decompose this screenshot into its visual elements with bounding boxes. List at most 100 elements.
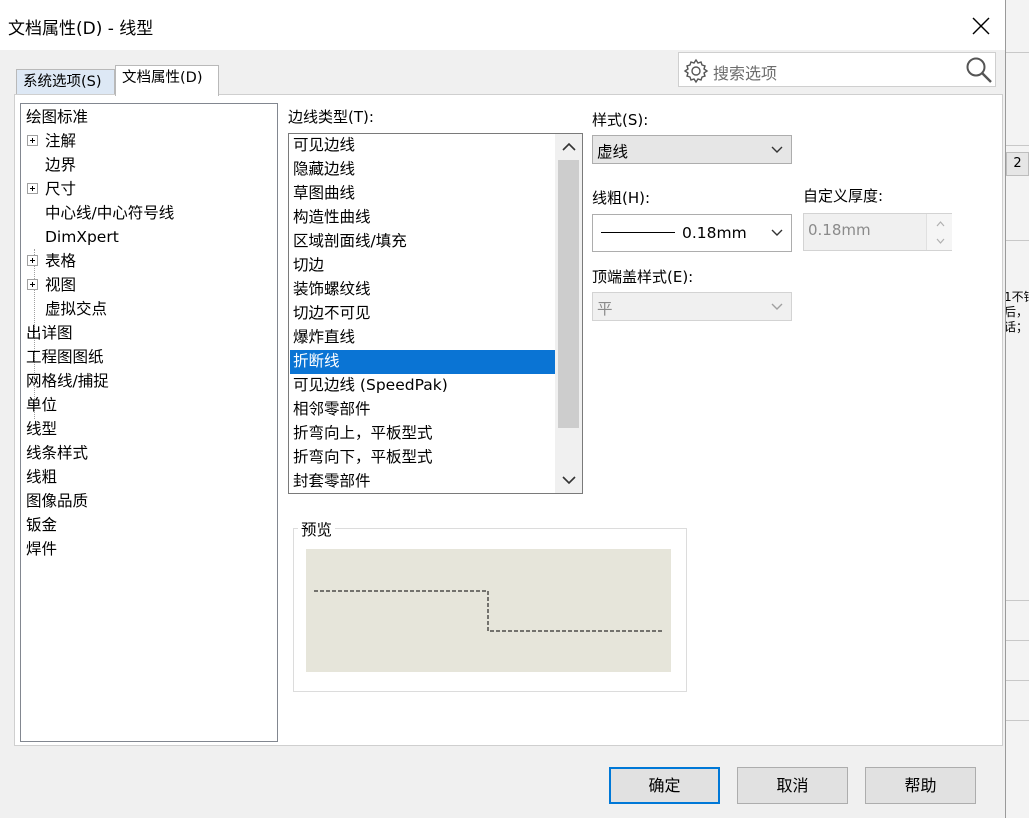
tree-item-label: 线型 [26, 420, 58, 438]
edge-type-item[interactable]: 爆炸直线 [290, 326, 555, 350]
scroll-down-button[interactable] [555, 468, 582, 492]
edge-type-item[interactable]: 区域剖面线/填充 [290, 230, 555, 254]
style-dropdown[interactable]: 虚线 [592, 135, 792, 164]
tree-item[interactable]: DimXpert [45, 225, 119, 249]
expand-plus-icon[interactable] [27, 183, 38, 194]
edge-type-item[interactable]: 相邻零部件 [290, 398, 555, 422]
edge-type-item[interactable]: 折弯向下，平板型式 [290, 446, 555, 470]
tree-item[interactable]: 虚拟交点 [45, 297, 107, 321]
edge-type-item[interactable]: 切边不可见 [290, 302, 555, 326]
tree-item-label: 焊件 [26, 540, 58, 558]
edge-type-item[interactable]: 装饰螺纹线 [290, 278, 555, 302]
edge-type-item[interactable]: 封套零部件 [290, 470, 555, 493]
bg-divider [1003, 600, 1029, 601]
document-properties-dialog: 文档属性(D) - 线型 系统选项(S) 文档属性(D) 搜索选项 绘图标准 注… [0, 0, 1006, 818]
expand-plus-icon[interactable] [27, 255, 38, 266]
tree-item[interactable]: 线粗 [26, 465, 57, 489]
tree-item[interactable]: 视图 [27, 273, 77, 297]
tree-item[interactable]: 钣金 [26, 513, 57, 537]
end-cap-value: 平 [597, 300, 613, 318]
options-tree[interactable]: 绘图标准注解边界 尺寸中心线/中心符号线 DimXpert 表格视图虚拟交点出详图工程… [20, 103, 278, 742]
tree-item[interactable]: 中心线/中心符号线 [45, 201, 174, 225]
style-label: 样式(S): [592, 111, 649, 129]
tree-item-label: 网格线/捕捉 [26, 372, 109, 390]
tree-item[interactable]: 表格 [27, 249, 77, 273]
edge-type-item[interactable]: 可见边线 [290, 134, 555, 158]
tree-item[interactable]: 焊件 [26, 537, 57, 561]
chevron-up-icon [561, 142, 576, 151]
search-input[interactable]: 搜索选项 [713, 60, 777, 84]
tree-item[interactable]: 线条样式 [26, 441, 88, 465]
tab-system-options[interactable]: 系统选项(S) [16, 69, 115, 95]
chevron-down-icon [771, 136, 783, 163]
preview-canvas [306, 549, 671, 672]
edge-type-item[interactable]: 切边 [290, 254, 555, 278]
expand-plus-icon[interactable] [27, 135, 38, 146]
custom-thickness-value: 0.18mm [808, 221, 871, 239]
spin-up-icon [936, 221, 945, 227]
style-value: 虚线 [597, 143, 629, 161]
search-options-box[interactable]: 搜索选项 [678, 52, 996, 87]
close-button[interactable] [962, 10, 1000, 42]
bg-divider [1003, 52, 1029, 53]
tree-item[interactable]: 出详图 [26, 321, 73, 345]
tree-item-label: 出详图 [26, 324, 73, 342]
tab-document-properties[interactable]: 文档属性(D) [115, 65, 219, 96]
bg-divider [1003, 240, 1029, 241]
tree-item[interactable]: 线型 [26, 417, 57, 441]
tree-item[interactable]: 单位 [26, 393, 57, 417]
tree-item-label: 表格 [45, 252, 77, 270]
tree-item-label: 中心线/中心符号线 [45, 204, 175, 222]
cancel-button[interactable]: 取消 [737, 767, 848, 804]
tree-item-label: 虚拟交点 [45, 300, 108, 318]
tree-item[interactable]: 绘图标准 [26, 105, 88, 129]
weight-value: 0.18mm [682, 224, 747, 242]
tree-item-label: DimXpert [45, 228, 119, 246]
background-app [1003, 0, 1029, 818]
scroll-up-button[interactable] [555, 135, 582, 159]
tree-item[interactable]: 工程图图纸 [26, 345, 104, 369]
weight-label: 线粗(H): [592, 189, 651, 207]
help-button[interactable]: 帮助 [865, 767, 976, 804]
tree-item-label: 图像品质 [26, 492, 89, 510]
edge-type-item[interactable]: 草图曲线 [290, 182, 555, 206]
edge-type-item[interactable]: 可见边线 (SpeedPak) [290, 374, 555, 398]
tree-item[interactable]: 尺寸 [27, 177, 76, 201]
line-sample [601, 232, 675, 233]
chevron-down-icon [771, 293, 783, 320]
edge-type-label: 边线类型(T): [288, 108, 374, 126]
bg-divider [1003, 720, 1029, 721]
edge-type-list[interactable]: 可见边线 隐藏边线 草图曲线 构造性曲线 区域剖面线/填充 切边 装饰螺纹线 切边不可见 爆炸直… [288, 133, 583, 494]
tree-item[interactable]: 网格线/捕捉 [26, 369, 109, 393]
weight-dropdown[interactable]: 0.18mm [592, 214, 792, 252]
preview-label: 预览 [298, 518, 336, 540]
search-icon[interactable] [965, 56, 993, 88]
tree-item-label: 单位 [26, 396, 58, 414]
edge-type-item[interactable]: 构造性曲线 [290, 206, 555, 230]
tree-item-label: 视图 [45, 276, 77, 294]
expand-plus-icon[interactable] [27, 279, 38, 290]
tree-item[interactable]: 注解 [27, 129, 77, 153]
bg-divider [1003, 145, 1029, 146]
ok-button[interactable]: 确定 [609, 767, 720, 804]
bg-divider [1003, 680, 1029, 681]
tree-item[interactable]: 边界 [45, 153, 76, 177]
edge-type-scrollbar[interactable] [555, 134, 582, 493]
tree-item-label: 线条样式 [26, 444, 89, 462]
chevron-down-icon [771, 215, 783, 251]
bg-divider [1003, 640, 1029, 641]
edge-type-item[interactable]: 折弯向上，平板型式 [290, 422, 555, 446]
chevron-down-icon [561, 476, 576, 485]
bg-text-line: 话； [1004, 320, 1029, 334]
title-bar: 文档属性(D) - 线型 [0, 0, 1005, 50]
tree-item-label: 钣金 [26, 516, 58, 534]
bg-tab-number: 2 [1006, 152, 1029, 176]
edge-type-item[interactable]: 隐藏边线 [290, 158, 555, 182]
tree-item[interactable]: 图像品质 [26, 489, 88, 513]
preview-line-sample [314, 590, 664, 632]
tree-item-label: 注解 [45, 132, 77, 150]
edge-type-item[interactable]: 折断线 [290, 350, 555, 374]
tree-item-label: 线粗 [26, 468, 58, 486]
scroll-thumb[interactable] [558, 160, 579, 428]
spin-down-icon [936, 238, 945, 244]
